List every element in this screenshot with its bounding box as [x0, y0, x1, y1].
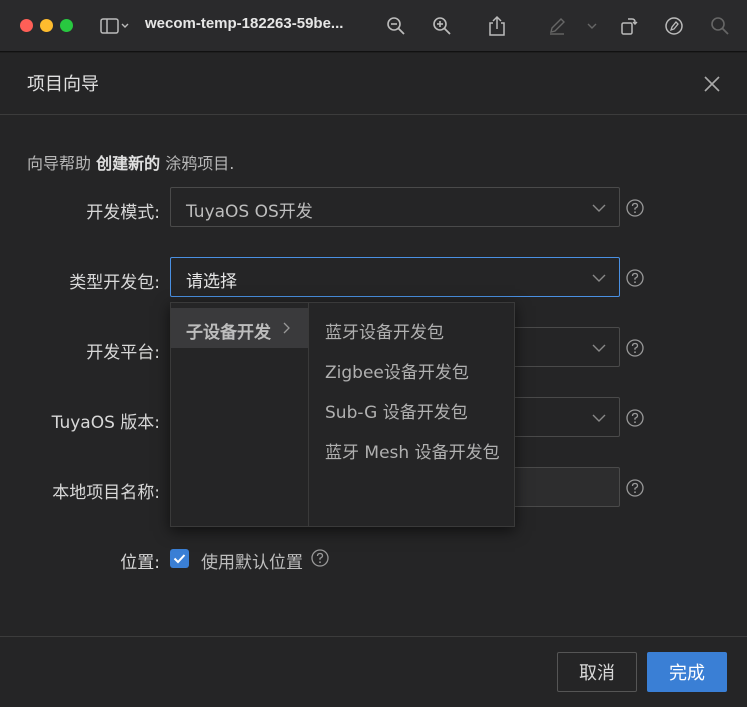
chevron-down-icon: [592, 344, 606, 352]
dev-platform-help-icon[interactable]: [626, 339, 644, 357]
cascader-item-zigbee-kit[interactable]: Zigbee设备开发包: [325, 358, 469, 383]
window-titlebar: wecom-temp-182263-59be...: [0, 0, 747, 52]
share-icon[interactable]: [485, 14, 509, 38]
chevron-down-icon: [592, 204, 606, 212]
tuyaos-version-label: TuyaOS 版本:: [51, 413, 160, 433]
intro-text: 向导帮助 创建新的 涂鸦项目.: [27, 150, 234, 174]
dev-kit-label: 类型开发包:: [69, 273, 160, 293]
window-title: wecom-temp-182263-59be...: [145, 15, 344, 32]
dialog-header: 项目向导: [0, 53, 747, 115]
cascader-item-ble-kit[interactable]: 蓝牙设备开发包: [325, 318, 444, 343]
local-project-name-label: 本地项目名称:: [52, 483, 160, 503]
checkmark-icon: [173, 554, 186, 564]
tuyaos-version-help-icon[interactable]: [626, 409, 644, 427]
dev-kit-value: 请选择: [186, 272, 237, 292]
cancel-button[interactable]: 取消: [557, 652, 637, 692]
cascader-item-sub-device[interactable]: 子设备开发: [171, 308, 308, 348]
dev-kit-help-icon[interactable]: [626, 269, 644, 287]
dev-kit-cascader-dropdown: 子设备开发 蓝牙设备开发包 Zigbee设备开发包 Sub-G 设备开发包 蓝牙…: [170, 302, 515, 527]
dev-mode-label: 开发模式:: [86, 203, 160, 223]
default-location-checkbox[interactable]: [170, 549, 189, 568]
dev-mode-help-icon[interactable]: [626, 199, 644, 217]
minimize-window-button[interactable]: [40, 19, 53, 32]
dialog-title: 项目向导: [27, 74, 99, 95]
rotate-icon[interactable]: [616, 14, 640, 38]
local-project-name-help-icon[interactable]: [626, 479, 644, 497]
done-button[interactable]: 完成: [647, 652, 727, 692]
zoom-in-icon[interactable]: [430, 14, 454, 38]
location-label: 位置:: [120, 553, 160, 573]
dev-kit-select[interactable]: 请选择: [170, 257, 620, 297]
default-location-label: 使用默认位置: [201, 553, 303, 573]
default-location-help-icon[interactable]: [311, 549, 329, 567]
cascader-item-ble-mesh-kit[interactable]: 蓝牙 Mesh 设备开发包: [325, 438, 500, 463]
intro-suffix: 涂鸦项目.: [165, 154, 235, 173]
dev-platform-label: 开发平台:: [86, 343, 160, 363]
cascader-item-label: 子设备开发: [186, 323, 271, 343]
chevron-down-icon: [592, 414, 606, 422]
cascader-item-subg-kit[interactable]: Sub-G 设备开发包: [325, 398, 468, 423]
markup-circle-icon[interactable]: [662, 14, 686, 38]
project-wizard-dialog: 项目向导 向导帮助 创建新的 涂鸦项目. 开发模式: TuyaOS OS开发 类…: [0, 53, 747, 707]
dev-mode-value: TuyaOS OS开发: [186, 202, 313, 222]
markup-pen-icon[interactable]: [545, 14, 569, 38]
close-window-button[interactable]: [20, 19, 33, 32]
dev-mode-select[interactable]: TuyaOS OS开发: [170, 187, 620, 227]
search-icon[interactable]: [708, 14, 732, 38]
dialog-footer: 取消 完成: [0, 636, 747, 707]
markup-chevron-down-icon[interactable]: [582, 14, 602, 38]
intro-prefix: 向导帮助: [27, 154, 92, 173]
cascader-level1: 子设备开发: [171, 303, 309, 526]
intro-bold: 创建新的: [96, 154, 161, 173]
chevron-down-icon: [592, 274, 606, 282]
close-icon[interactable]: [700, 72, 724, 96]
zoom-window-button[interactable]: [60, 19, 73, 32]
sidebar-toggle-icon[interactable]: [98, 14, 132, 38]
chevron-right-icon: [283, 322, 290, 334]
zoom-out-icon[interactable]: [384, 14, 408, 38]
